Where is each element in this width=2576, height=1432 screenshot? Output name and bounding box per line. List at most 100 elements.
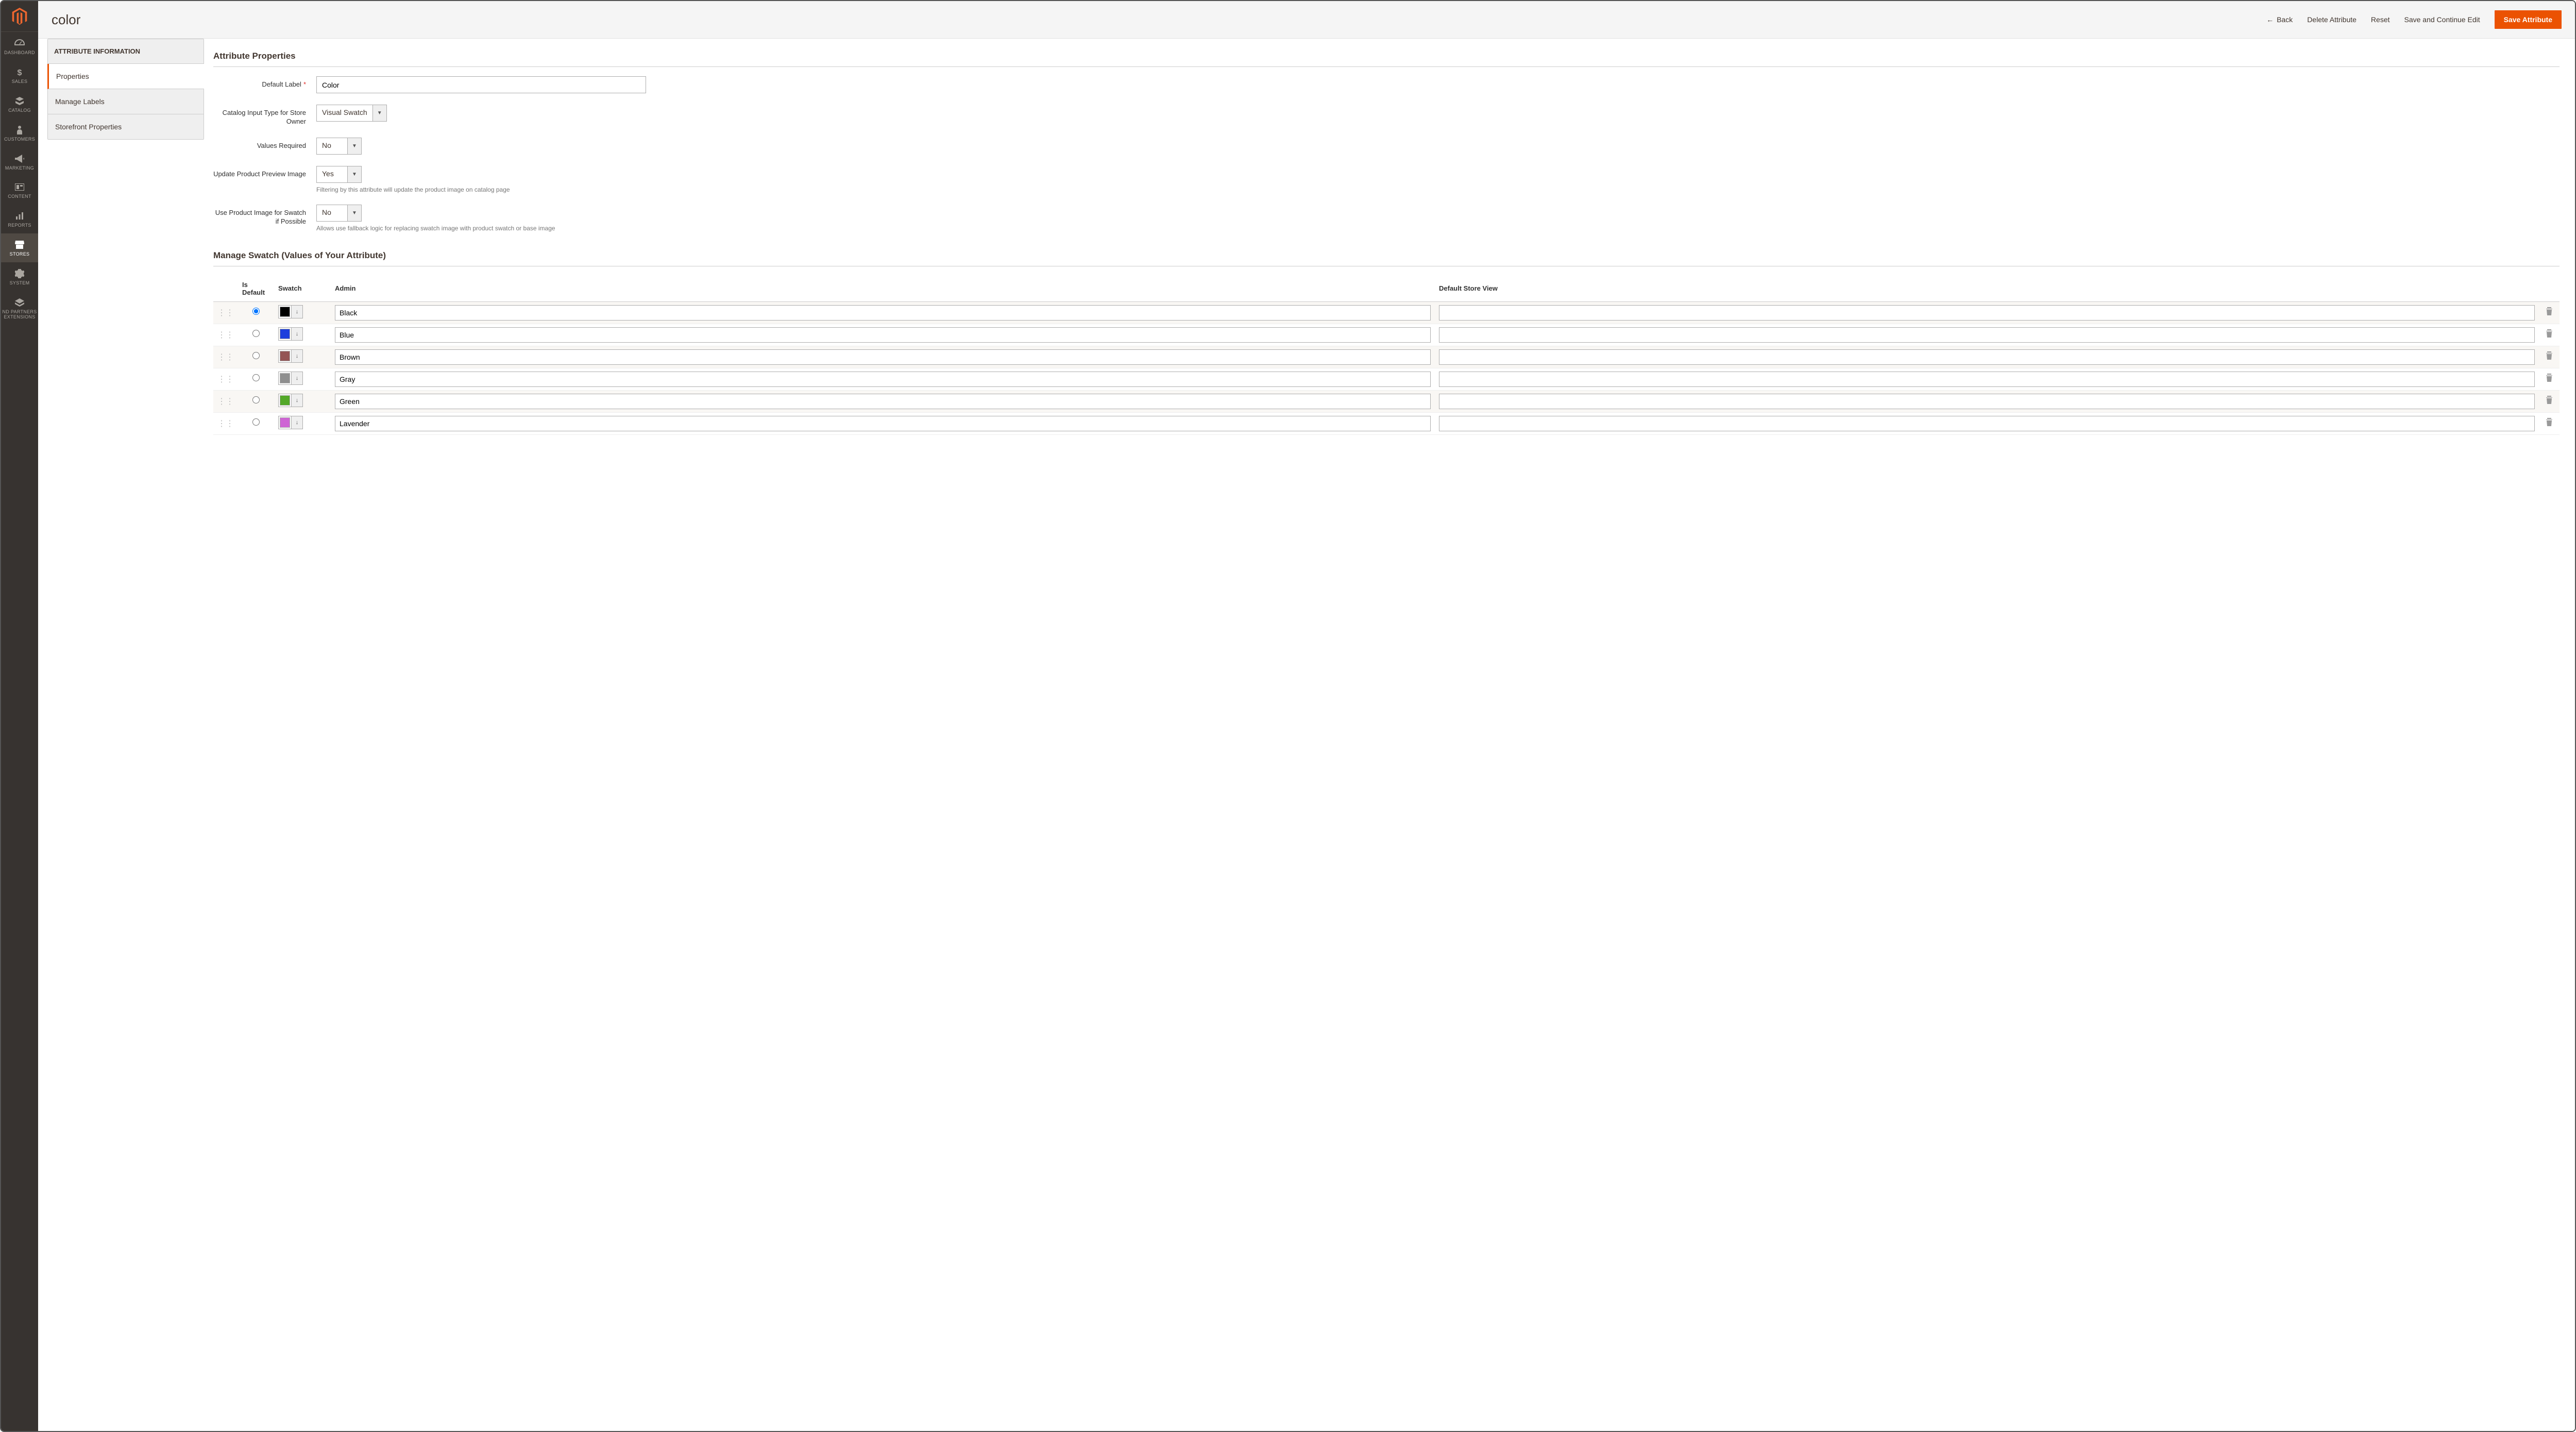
arrow-down-icon: ↓ [291, 416, 302, 429]
select-input-type[interactable]: Visual Swatch ▼ [316, 105, 387, 122]
admin-label-input[interactable] [335, 394, 1431, 409]
label-default-label: Default Label* [213, 76, 316, 89]
arrow-down-icon: ↓ [291, 394, 302, 407]
select-use-product-image[interactable]: No ▼ [316, 205, 362, 222]
admin-label-input[interactable] [335, 349, 1431, 365]
swatch-row: ⋮⋮ ↓ [213, 346, 2560, 368]
admin-label-input[interactable] [335, 327, 1431, 343]
is-default-radio[interactable] [252, 418, 260, 426]
reset-button[interactable]: Reset [2371, 15, 2390, 24]
swatch-chip [279, 416, 291, 429]
swatch-chip [279, 328, 291, 340]
swatch-picker[interactable]: ↓ [278, 349, 303, 363]
swatch-row: ⋮⋮ ↓ [213, 412, 2560, 434]
delete-row-button[interactable] [2539, 301, 2560, 324]
partners-icon [14, 297, 25, 308]
swatch-picker[interactable]: ↓ [278, 372, 303, 385]
tab-storefront-properties[interactable]: Storefront Properties [48, 114, 204, 139]
store-view-label-input[interactable] [1439, 372, 2535, 387]
arrow-left-icon: ← [2266, 15, 2274, 24]
select-values-required[interactable]: No ▼ [316, 138, 362, 155]
is-default-radio[interactable] [252, 396, 260, 403]
person-icon [14, 125, 25, 135]
swatch-chip [279, 372, 291, 384]
nav-reports[interactable]: REPORTS [1, 205, 38, 233]
nav-system[interactable]: SYSTEM [1, 262, 38, 291]
store-view-label-input[interactable] [1439, 327, 2535, 343]
chevron-down-icon: ▼ [372, 105, 387, 122]
label-update-preview: Update Product Preview Image [213, 166, 316, 179]
col-swatch: Swatch [274, 276, 331, 302]
is-default-radio[interactable] [252, 308, 260, 315]
nav-customers[interactable]: CUSTOMERS [1, 119, 38, 147]
store-view-label-input[interactable] [1439, 416, 2535, 431]
content-icon [14, 182, 25, 192]
delete-row-button[interactable] [2539, 346, 2560, 368]
nav-catalog[interactable]: CATALOG [1, 90, 38, 119]
col-store-view: Default Store View [1435, 276, 2539, 302]
save-attribute-button[interactable]: Save Attribute [2495, 10, 2562, 29]
swatch-chip [279, 306, 291, 318]
delete-attribute-button[interactable]: Delete Attribute [2307, 15, 2357, 24]
label-values-required: Values Required [213, 138, 316, 150]
section-title-properties: Attribute Properties [213, 51, 2560, 67]
select-update-preview[interactable]: Yes ▼ [316, 166, 362, 183]
delete-row-button[interactable] [2539, 412, 2560, 434]
panel-title: ATTRIBUTE INFORMATION [48, 39, 204, 64]
dollar-icon: $ [14, 67, 25, 77]
swatch-chip [279, 350, 291, 362]
swatch-picker[interactable]: ↓ [278, 305, 303, 318]
input-default-label[interactable] [316, 76, 646, 93]
drag-handle-icon[interactable]: ⋮⋮ [213, 346, 238, 368]
magento-logo[interactable] [1, 1, 38, 32]
arrow-down-icon: ↓ [291, 328, 302, 340]
magento-logo-icon [11, 8, 28, 25]
arrow-down-icon: ↓ [291, 306, 302, 318]
arrow-down-icon: ↓ [291, 372, 302, 384]
save-continue-button[interactable]: Save and Continue Edit [2404, 15, 2480, 24]
nav-stores[interactable]: STORES [1, 233, 38, 262]
swatch-picker[interactable]: ↓ [278, 327, 303, 341]
nav-marketing[interactable]: MARKETING [1, 147, 38, 176]
nav-content[interactable]: CONTENT [1, 176, 38, 205]
svg-text:$: $ [18, 69, 22, 77]
section-title-swatch: Manage Swatch (Values of Your Attribute) [213, 250, 2560, 266]
page-header: color ← Back Delete Attribute Reset Save… [38, 1, 2575, 39]
label-input-type: Catalog Input Type for Store Owner [213, 105, 316, 126]
swatch-picker[interactable]: ↓ [278, 394, 303, 407]
is-default-radio[interactable] [252, 352, 260, 359]
store-view-label-input[interactable] [1439, 305, 2535, 321]
arrow-down-icon: ↓ [291, 350, 302, 362]
admin-label-input[interactable] [335, 416, 1431, 431]
drag-handle-icon[interactable]: ⋮⋮ [213, 368, 238, 390]
tab-manage-labels[interactable]: Manage Labels [48, 89, 204, 114]
admin-label-input[interactable] [335, 305, 1431, 321]
store-icon [14, 240, 25, 250]
swatch-table: Is Default Swatch Admin Default Store Vi… [213, 276, 2560, 435]
store-view-label-input[interactable] [1439, 394, 2535, 409]
nav-partners[interactable]: ND PARTNERS EXTENSIONS [1, 291, 38, 325]
drag-handle-icon[interactable]: ⋮⋮ [213, 324, 238, 346]
delete-row-button[interactable] [2539, 368, 2560, 390]
delete-row-button[interactable] [2539, 390, 2560, 412]
swatch-row: ⋮⋮ ↓ [213, 390, 2560, 412]
section-manage-swatch: Manage Swatch (Values of Your Attribute)… [213, 250, 2560, 435]
is-default-radio[interactable] [252, 330, 260, 337]
tab-properties[interactable]: Properties [47, 64, 204, 89]
col-admin: Admin [331, 276, 1435, 302]
catalog-icon [14, 96, 25, 106]
drag-handle-icon[interactable]: ⋮⋮ [213, 412, 238, 434]
gear-icon [14, 268, 25, 279]
page-title: color [52, 12, 80, 28]
is-default-radio[interactable] [252, 374, 260, 381]
delete-row-button[interactable] [2539, 324, 2560, 346]
nav-sales[interactable]: $ SALES [1, 61, 38, 90]
back-button[interactable]: ← Back [2266, 15, 2293, 24]
nav-dashboard[interactable]: DASHBOARD [1, 32, 38, 61]
drag-handle-icon[interactable]: ⋮⋮ [213, 301, 238, 324]
bars-icon [14, 211, 25, 221]
swatch-picker[interactable]: ↓ [278, 416, 303, 429]
admin-label-input[interactable] [335, 372, 1431, 387]
drag-handle-icon[interactable]: ⋮⋮ [213, 390, 238, 412]
store-view-label-input[interactable] [1439, 349, 2535, 365]
